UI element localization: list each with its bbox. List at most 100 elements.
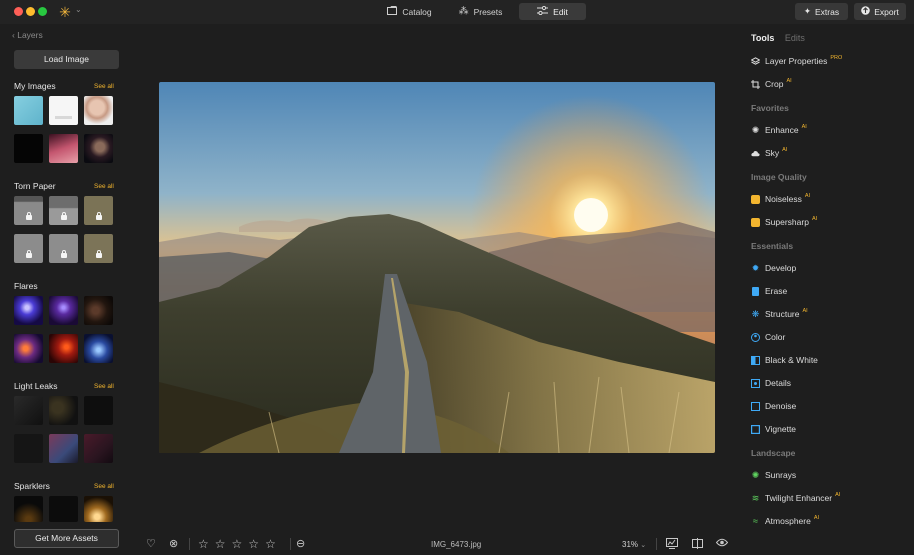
asset-thumbnail[interactable] xyxy=(49,96,78,125)
divider xyxy=(189,538,190,550)
tool-noiseless[interactable]: Noiseless AI xyxy=(751,193,810,204)
asset-thumbnail[interactable] xyxy=(49,496,78,522)
lock-icon xyxy=(60,212,67,220)
divider xyxy=(290,538,291,550)
reject-icon[interactable]: ⊗ xyxy=(169,538,178,550)
asset-thumbnail[interactable] xyxy=(84,96,113,125)
asset-thumbnail[interactable] xyxy=(49,296,78,325)
tool-label: Layer Properties xyxy=(765,56,828,66)
tab-presets[interactable]: ⁂ Presets xyxy=(448,3,513,20)
tool-label: Structure xyxy=(765,309,800,319)
tool-denoise[interactable]: Denoise xyxy=(751,401,796,411)
tool-details[interactable]: Details xyxy=(751,378,791,388)
export-icon xyxy=(861,6,871,17)
see-all-sparklers[interactable]: See all xyxy=(94,483,114,490)
tool-color[interactable]: Color xyxy=(751,332,785,342)
clear-rating-icon[interactable]: ⊖ xyxy=(296,538,305,550)
see-all-my-images[interactable]: See all xyxy=(94,83,114,90)
asset-thumbnail[interactable] xyxy=(49,134,78,163)
lock-icon xyxy=(25,250,32,258)
tool-label: Noiseless xyxy=(765,194,802,204)
asset-thumbnail[interactable] xyxy=(14,96,43,125)
asset-thumbnail[interactable] xyxy=(49,434,78,463)
tool-structure[interactable]: ❋ Structure AI xyxy=(751,308,808,319)
asset-thumbnail[interactable] xyxy=(84,434,113,463)
tab-edits[interactable]: Edits xyxy=(785,33,805,43)
asset-thumbnail[interactable] xyxy=(84,134,113,163)
load-image-button[interactable]: Load Image xyxy=(14,50,119,69)
asset-thumbnail-locked[interactable] xyxy=(14,196,43,225)
layers-icon xyxy=(751,56,760,66)
tool-crop[interactable]: Crop AI xyxy=(751,78,792,89)
tab-tools[interactable]: Tools xyxy=(751,33,774,43)
tool-vignette[interactable]: Vignette xyxy=(751,424,796,434)
section-title-sparklers: Sparklers xyxy=(14,481,50,491)
extras-button[interactable]: ✦ Extras xyxy=(795,3,848,20)
compare-icon[interactable] xyxy=(692,538,703,552)
see-all-torn-paper[interactable]: See all xyxy=(94,183,114,190)
image-canvas[interactable] xyxy=(128,24,742,534)
histogram-icon[interactable] xyxy=(666,538,678,552)
zoom-level-dropdown[interactable]: 31% ⌄ xyxy=(622,540,646,549)
star-icon[interactable]: ☆ xyxy=(232,537,243,551)
asset-thumbnail[interactable] xyxy=(84,396,113,425)
zoom-window-button[interactable] xyxy=(38,7,47,16)
asset-thumbnail-locked[interactable] xyxy=(49,196,78,225)
develop-icon: ✹ xyxy=(751,262,760,273)
tool-supersharp[interactable]: Supersharp AI xyxy=(751,216,818,227)
heart-icon[interactable]: ♡ xyxy=(146,538,156,550)
tool-sunrays[interactable]: ✺ Sunrays xyxy=(751,470,796,480)
asset-thumbnail[interactable] xyxy=(14,296,43,325)
tool-layer-properties[interactable]: Layer Properties PRO xyxy=(751,55,842,66)
tool-erase[interactable]: Erase xyxy=(751,286,787,296)
tool-atmosphere[interactable]: ≈ Atmosphere AI xyxy=(751,515,820,526)
section-title-light-leaks: Light Leaks xyxy=(14,381,58,391)
asset-thumbnail[interactable] xyxy=(84,334,113,363)
edited-photo[interactable] xyxy=(159,82,715,453)
see-all-light-leaks[interactable]: See all xyxy=(94,383,114,390)
tool-label: Enhance xyxy=(765,125,799,135)
asset-thumbnail-locked[interactable] xyxy=(84,234,113,263)
tab-presets-label: Presets xyxy=(473,6,503,17)
star-icon[interactable]: ☆ xyxy=(198,537,209,551)
asset-thumbnail[interactable] xyxy=(84,296,113,325)
ai-badge: AI xyxy=(811,216,818,222)
tool-twilight-enhancer[interactable]: ≋ Twilight Enhancer AI xyxy=(751,492,841,503)
asset-thumbnail-locked[interactable] xyxy=(14,234,43,263)
denoise-icon xyxy=(751,401,760,411)
tool-black-white[interactable]: Black & White xyxy=(751,355,818,365)
tool-enhance[interactable]: ✺ Enhance AI xyxy=(751,124,807,135)
back-to-layers-link[interactable]: ‹ Layers xyxy=(12,30,43,40)
ai-badge: AI xyxy=(813,515,820,521)
tab-catalog[interactable]: Catalog xyxy=(377,3,442,20)
asset-thumbnail-locked[interactable] xyxy=(84,196,113,225)
tool-sky[interactable]: Sky AI xyxy=(751,147,787,158)
tool-label: Black & White xyxy=(765,355,818,365)
asset-thumbnail[interactable] xyxy=(14,496,43,522)
star-icon[interactable]: ☆ xyxy=(248,537,259,551)
star-rating[interactable]: ☆ ☆ ☆ ☆ ☆ xyxy=(198,537,276,551)
tool-develop[interactable]: ✹ Develop xyxy=(751,263,796,273)
section-title-flares: Flares xyxy=(14,281,38,291)
star-icon[interactable]: ☆ xyxy=(215,537,226,551)
tab-edit[interactable]: Edit xyxy=(519,3,586,20)
asset-thumbnail[interactable] xyxy=(84,496,113,522)
noiseless-icon xyxy=(751,194,760,204)
asset-thumbnail-locked[interactable] xyxy=(49,234,78,263)
minimize-window-button[interactable] xyxy=(26,7,35,16)
eye-icon[interactable] xyxy=(715,538,729,550)
asset-thumbnail[interactable] xyxy=(49,334,78,363)
close-window-button[interactable] xyxy=(14,7,23,16)
star-icon[interactable]: ☆ xyxy=(265,537,276,551)
asset-thumbnail[interactable] xyxy=(14,334,43,363)
asset-thumbnail[interactable] xyxy=(14,134,43,163)
app-logo-icon[interactable]: ✳ xyxy=(57,4,73,20)
chevron-down-icon[interactable]: ⌄ xyxy=(75,5,82,14)
export-button[interactable]: Export xyxy=(854,3,906,20)
asset-thumbnail[interactable] xyxy=(49,396,78,425)
presets-icon: ⁂ xyxy=(458,6,469,17)
asset-thumbnail[interactable] xyxy=(14,396,43,425)
asset-thumbnail[interactable] xyxy=(14,434,43,463)
get-more-assets-button[interactable]: Get More Assets xyxy=(14,529,119,548)
chevron-down-icon: ⌄ xyxy=(640,542,647,549)
